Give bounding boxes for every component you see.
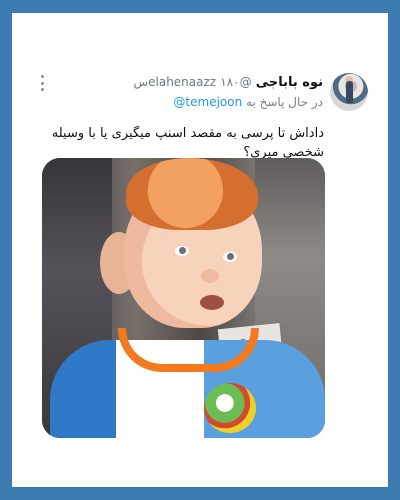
tweet-header: نوه باباجی @elahenaazz ۱۸۰س [70,72,323,92]
tweet-image[interactable] [42,158,325,438]
author-name[interactable]: نوه باباجی [256,75,323,90]
child-left-eye [175,246,189,256]
reply-mention-link[interactable]: @temejoon [173,95,242,109]
shirt-graphic [204,383,256,433]
child-hair [126,158,258,230]
reply-prefix: در حال پاسخ به [246,95,323,109]
more-options-dot [40,75,44,78]
avatar[interactable] [330,73,368,111]
more-options-icon[interactable] [40,75,44,91]
more-options-dot [40,81,44,85]
avatar-figure-shape [346,81,353,103]
tweet-card: نوه باباجی @elahenaazz ۱۸۰س در حال پاسخ … [12,13,388,487]
child-mouth [200,295,224,310]
child-right-eye [223,252,237,262]
child-collar [118,328,259,372]
more-options-dot [40,88,44,91]
tweet-text: داداش تا پرسی به مقصد اسنپ میگیری یا با … [51,126,324,160]
reply-context: در حال پاسخ به @temejoon [42,92,323,112]
child-nose [201,269,219,283]
